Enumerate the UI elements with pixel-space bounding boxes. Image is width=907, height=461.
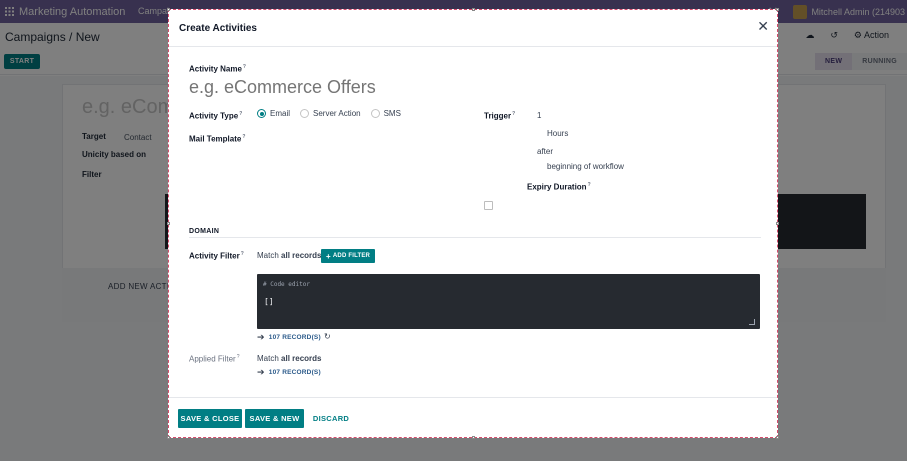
code-editor-value[interactable]: [] [264, 297, 274, 306]
dialog-header: Create Activities ✕ [169, 10, 777, 47]
trigger-event-select[interactable]: beginning of workflow [547, 162, 624, 171]
add-filter-button[interactable]: + ADD FILTER [321, 249, 376, 263]
trigger-label: Trigger? [484, 111, 516, 121]
save-new-button[interactable]: SAVE & NEW [245, 409, 304, 428]
resize-grip-icon[interactable] [749, 319, 755, 325]
radio-email[interactable]: Email [257, 109, 290, 118]
radio-checked-icon [257, 109, 266, 118]
dialog-footer: SAVE & CLOSE SAVE & NEW DISCARD [169, 397, 777, 438]
applied-filter-label: Applied Filter? [189, 354, 240, 364]
activity-type-label: Activity Type? [189, 111, 243, 121]
trigger-interval-input[interactable]: 1 [537, 111, 541, 120]
arrow-right-icon: ➔ [257, 332, 265, 342]
radio-empty-icon [300, 109, 310, 118]
activity-type-radio: Email Server Action SMS [257, 109, 411, 118]
applied-records-count-link[interactable]: ➔ 107 RECORD(S) [257, 367, 321, 378]
dialog-title: Create Activities [179, 23, 257, 34]
activity-name-label: Activity Name? [189, 64, 246, 74]
domain-section-title: DOMAIN [189, 228, 220, 235]
refresh-icon[interactable]: ↻ [324, 332, 331, 341]
code-editor-hint: # Code editor [263, 281, 310, 288]
expiry-duration-label: Expiry Duration? [527, 182, 591, 192]
resize-handle [776, 222, 779, 225]
mail-template-label: Mail Template? [189, 134, 246, 144]
applied-match-text: Match all records [257, 354, 322, 363]
create-activities-dialog: Create Activities ✕ Activity Name? Activ… [167, 8, 779, 439]
radio-sms[interactable]: SMS [370, 109, 401, 118]
plus-icon: + [326, 251, 331, 261]
save-close-button[interactable]: SAVE & CLOSE [178, 409, 242, 428]
section-divider [189, 237, 761, 238]
discard-button[interactable]: DISCARD [307, 409, 355, 428]
radio-empty-icon [370, 109, 380, 118]
radio-server-action[interactable]: Server Action [300, 109, 361, 118]
close-icon[interactable]: ✕ [757, 19, 769, 33]
match-text: Match all records [257, 251, 322, 260]
trigger-unit-select[interactable]: Hours [547, 129, 568, 138]
records-count-link[interactable]: ➔ 107 RECORD(S) [257, 332, 321, 343]
activity-filter-label: Activity Filter? [189, 251, 244, 261]
arrow-right-icon: ➔ [257, 367, 265, 377]
expiry-duration-checkbox[interactable] [484, 201, 493, 210]
trigger-after-text: after [537, 147, 554, 156]
code-editor[interactable]: # Code editor [] [257, 274, 760, 329]
resize-handle [167, 222, 170, 225]
activity-name-input[interactable] [189, 77, 429, 98]
